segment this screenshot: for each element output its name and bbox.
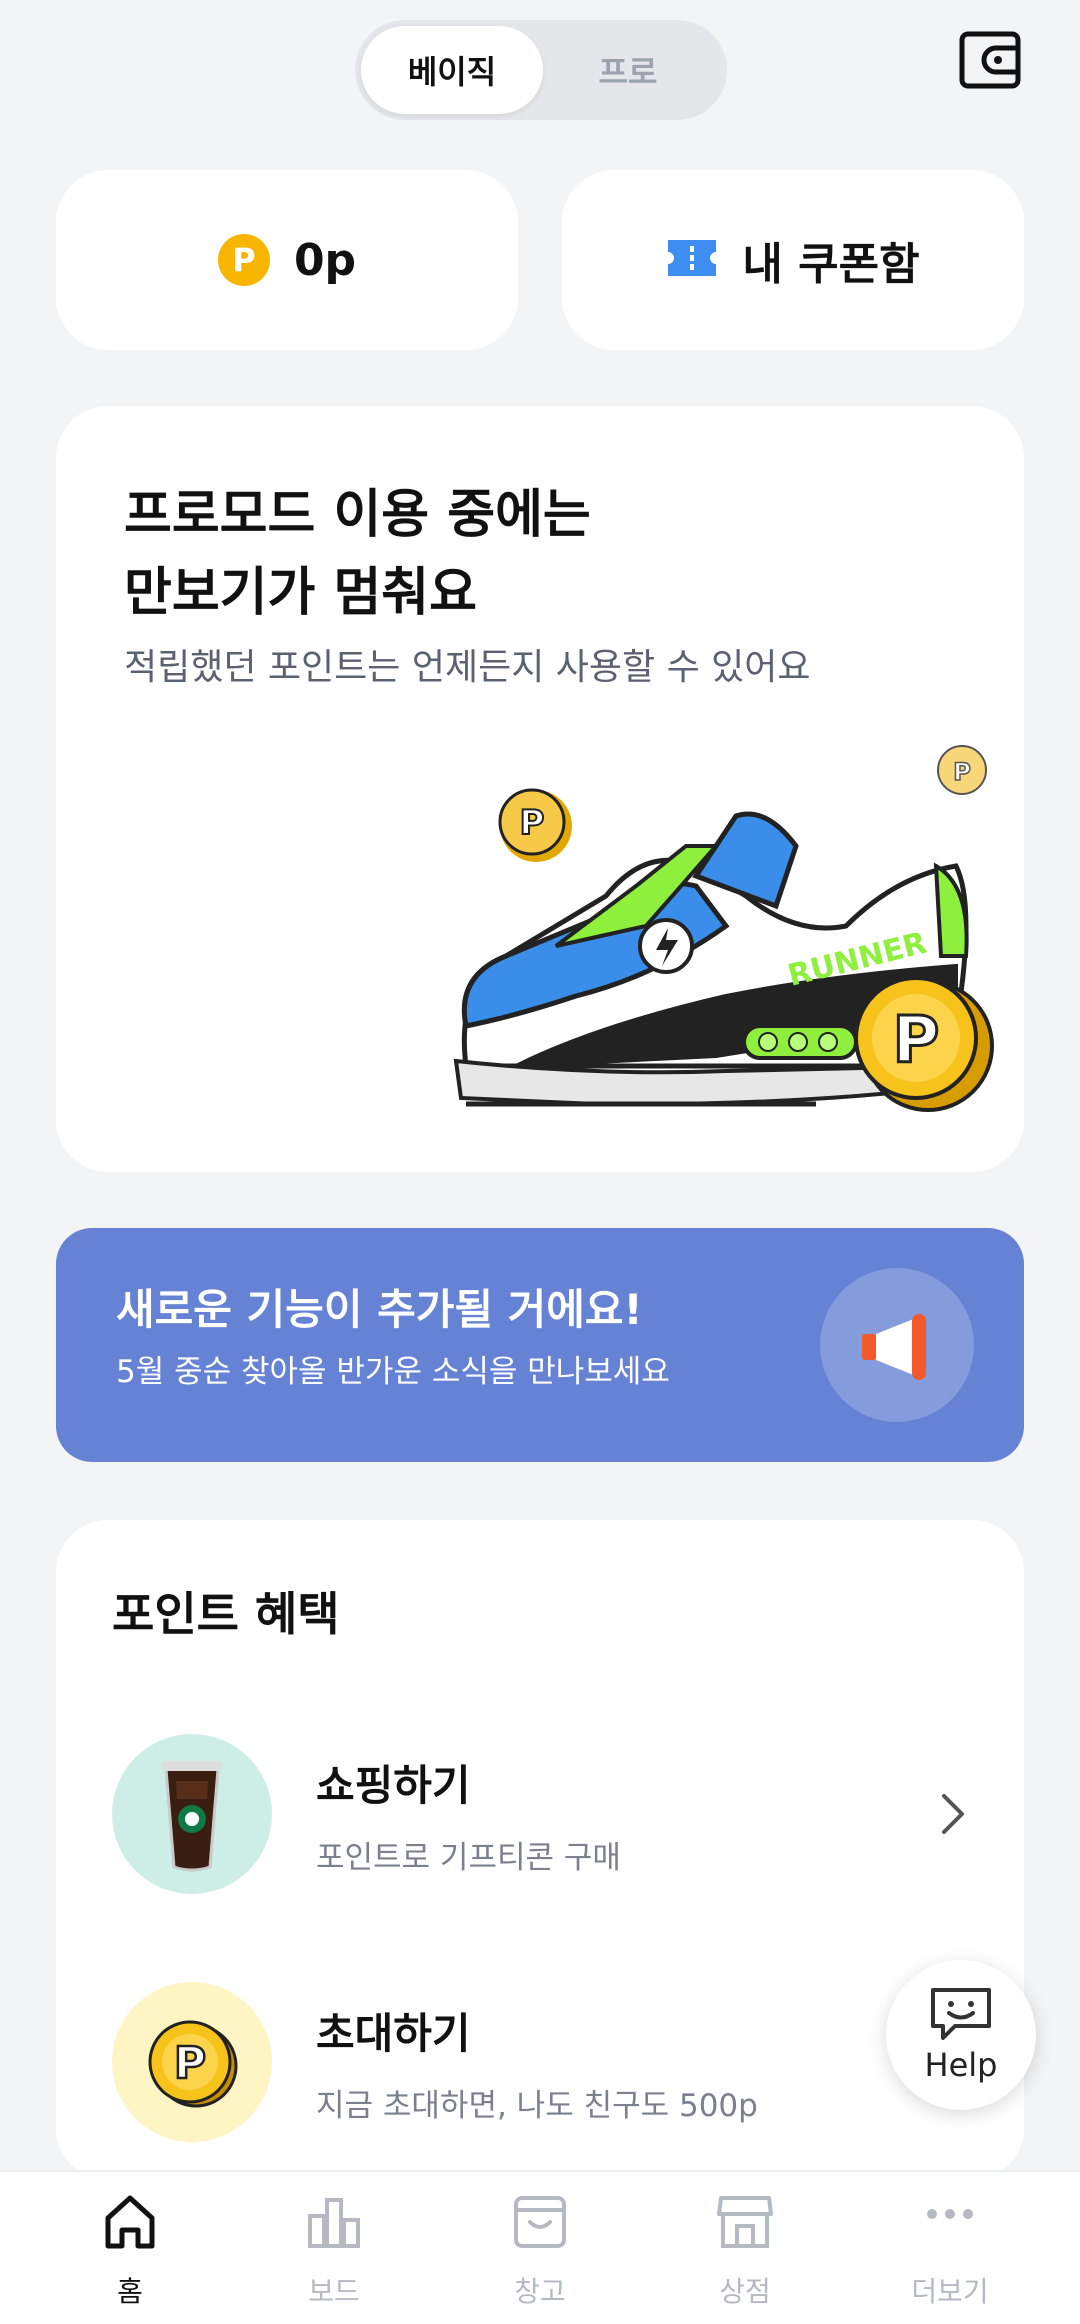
banner-title: 새로운 기능이 추가될 거에요! [116,1285,643,1334]
shopping-row[interactable]: 쇼핑하기 포인트로 기프티콘 구매 [112,1734,972,1894]
point-benefits-card: 포인트 혜택 쇼핑하기 포인트로 기프티콘 구매 P 초대하기 지금 초대하면,… [56,1520,1024,2180]
bottom-navigation: 홈 보드 창고 상점 더보기 [0,2170,1080,2324]
box-icon [514,2196,566,2248]
coin-icon: P [112,1982,272,2142]
coupon-box-button[interactable]: 내 쿠폰함 [562,170,1024,350]
invite-subtitle: 지금 초대하면, 나도 친구도 500p [316,2088,758,2124]
wallet-icon[interactable] [958,28,1022,92]
pro-mode-tab[interactable]: 프로 [537,26,719,114]
svg-text:P: P [520,803,545,843]
new-feature-banner[interactable]: 새로운 기능이 추가될 거에요! 5월 중순 찾아올 반가운 소식을 만나보세요 [56,1228,1024,1462]
nav-item-home[interactable]: 홈 [30,2190,230,2320]
chart-icon [308,2198,360,2248]
pro-mode-notice-card: 프로모드 이용 중에는 만보기가 멈춰요 적립했던 포인트는 언제든지 사용할 … [56,406,1024,1172]
store-icon [717,2196,773,2248]
iced-coffee-icon [112,1734,272,1894]
help-button[interactable]: Help [886,1960,1036,2110]
svg-text:P: P [893,1004,940,1078]
nav-item-more[interactable]: 더보기 [850,2190,1050,2320]
sneaker-illustration: P P RUNNER P [453,745,994,1112]
more-icon [927,2209,973,2219]
basic-mode-tab[interactable]: 베이직 [361,26,543,114]
nav-item-storage[interactable]: 창고 [440,2190,640,2320]
shopping-subtitle: 포인트로 기프티콘 구매 [316,1840,621,1876]
points-value: 0p [293,234,357,286]
megaphone-icon [820,1268,974,1422]
home-icon [105,2195,155,2249]
svg-text:P: P [174,2038,206,2089]
tiny-coin-icon: P [937,745,987,795]
notice-title: 프로모드 이용 중에는 만보기가 멈춰요 [124,485,591,623]
coupon-box-label: 내 쿠폰함 [742,239,920,290]
small-coin-icon: P [498,788,572,862]
nav-item-store[interactable]: 상점 [645,2190,845,2320]
svg-text:P: P [953,758,971,786]
point-coin-icon: P [217,234,270,286]
help-label: Help [924,2046,998,2084]
benefits-title: 포인트 혜택 [112,1587,340,1641]
shopping-title: 쇼핑하기 [316,1761,471,1810]
mode-toggle: 베이직 프로 [355,20,727,120]
ticket-icon [666,238,718,282]
notice-subtitle: 적립했던 포인트는 언제든지 사용할 수 있어요 [124,647,811,688]
invite-row[interactable]: P 초대하기 지금 초대하면, 나도 친구도 500p [112,1982,972,2142]
points-button[interactable]: P 0p [56,170,518,350]
chevron-right-icon [942,1794,964,1834]
nav-item-board[interactable]: 보드 [234,2190,434,2320]
banner-subtitle: 5월 중순 찾아올 반가운 소식을 만나보세요 [116,1354,670,1390]
chat-smile-icon [931,1988,991,2040]
invite-title: 초대하기 [316,2009,471,2058]
